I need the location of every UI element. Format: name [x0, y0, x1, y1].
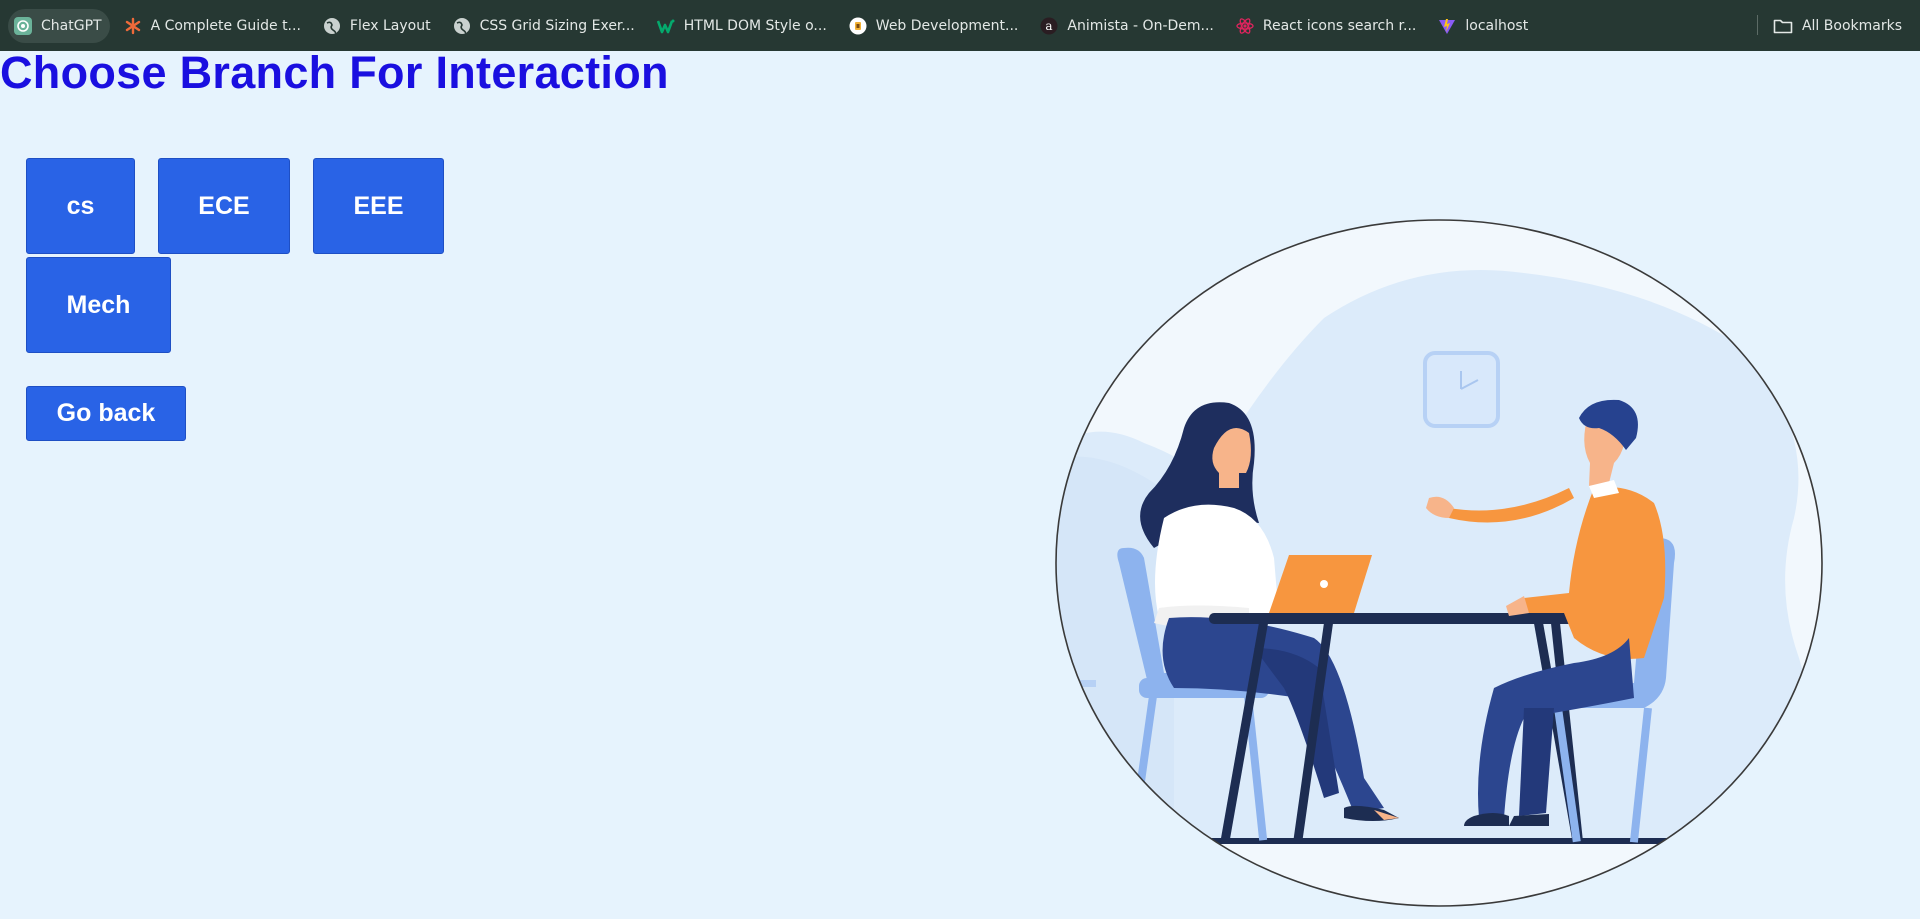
bookmark-label: HTML DOM Style o... — [683, 17, 827, 34]
wall-clock — [1423, 351, 1500, 428]
bookmark-label: Web Development... — [875, 17, 1019, 34]
bookmark-label: Animista - On-Dem... — [1067, 17, 1214, 34]
web-dev-icon — [849, 17, 867, 35]
branch-button-mech[interactable]: Mech — [26, 257, 171, 353]
bookmark-label: React icons search r... — [1262, 17, 1417, 34]
svg-text:a: a — [1046, 19, 1053, 33]
chatgpt-icon — [14, 16, 32, 35]
bookmark-chatgpt[interactable]: ChatGPT — [8, 8, 110, 43]
bookmark-animista[interactable]: a Animista - On-Dem... — [1034, 9, 1222, 43]
asterisk-icon — [124, 17, 142, 35]
go-back-button[interactable]: Go back — [26, 386, 186, 441]
bookmark-css-grid[interactable]: CSS Grid Sizing Exer... — [447, 9, 643, 43]
all-bookmarks-label: All Bookmarks — [1801, 17, 1902, 34]
globe-icon — [453, 17, 471, 35]
branch-button-ece[interactable]: ECE — [158, 158, 290, 254]
bookmark-label: localhost — [1465, 17, 1529, 34]
vite-icon — [1438, 17, 1456, 35]
interview-illustration — [1054, 218, 1825, 910]
w3schools-icon — [656, 17, 675, 35]
bookmark-react-icons[interactable]: React icons search r... — [1230, 9, 1424, 43]
bookmark-label: A Complete Guide t... — [150, 17, 301, 34]
bookmark-label: ChatGPT — [41, 17, 102, 34]
page-title: Choose Branch For Interaction — [0, 47, 669, 98]
bookmark-label: CSS Grid Sizing Exer... — [479, 17, 635, 34]
bookmarks-bar: ChatGPT A Complete Guide t... Flex Layou… — [0, 0, 1920, 51]
globe-icon — [323, 17, 341, 35]
bookmark-flex-layout[interactable]: Flex Layout — [317, 9, 439, 43]
react-icon — [1236, 17, 1254, 35]
bookmark-localhost[interactable]: localhost — [1432, 9, 1536, 43]
bookmark-label: Flex Layout — [349, 17, 431, 34]
bookmarks-separator — [1757, 15, 1758, 35]
folder-icon — [1773, 17, 1793, 35]
bookmark-html-dom-style[interactable]: HTML DOM Style o... — [651, 9, 835, 43]
bookmark-web-development[interactable]: Web Development... — [843, 9, 1027, 43]
all-bookmarks-button[interactable]: All Bookmarks — [1773, 0, 1902, 51]
animista-icon: a — [1040, 17, 1058, 35]
branch-button-eee[interactable]: EEE — [313, 158, 444, 254]
bookmark-css-tricks[interactable]: A Complete Guide t... — [118, 9, 309, 43]
branch-button-cs[interactable]: cs — [26, 158, 135, 254]
